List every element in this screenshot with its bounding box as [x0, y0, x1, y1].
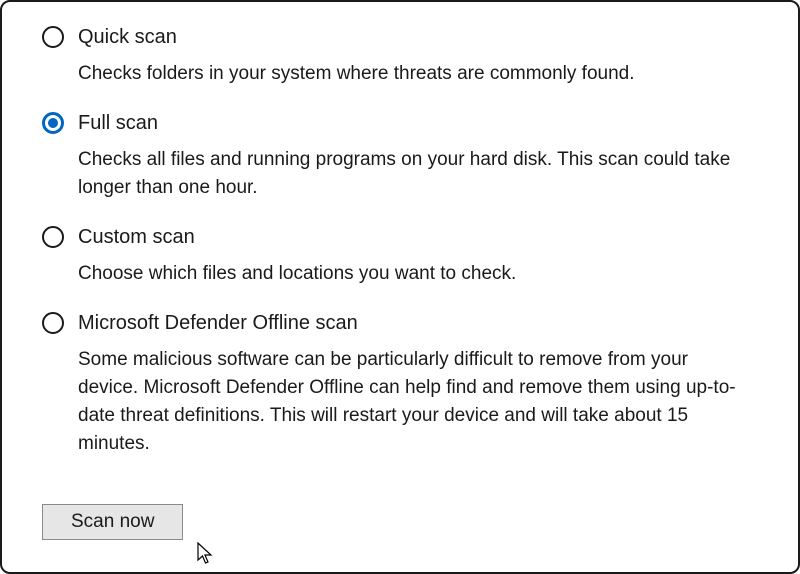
scan-now-button[interactable]: Scan now [42, 504, 183, 540]
radio-offline-icon[interactable] [42, 312, 64, 334]
radio-quick-icon[interactable] [42, 26, 64, 48]
scan-option-description: Some malicious software can be particula… [78, 346, 748, 458]
scan-option-quick[interactable]: Quick scan [42, 24, 758, 50]
scan-option-custom[interactable]: Custom scan [42, 224, 758, 250]
scan-option-label: Quick scan [78, 24, 177, 50]
mouse-cursor-icon [197, 542, 215, 566]
scan-option-full[interactable]: Full scan [42, 110, 758, 136]
scan-option-label: Full scan [78, 110, 158, 136]
scan-option-offline[interactable]: Microsoft Defender Offline scan [42, 310, 758, 336]
scan-option-description: Checks all files and running programs on… [78, 146, 748, 202]
radio-full-icon[interactable] [42, 112, 64, 134]
scan-option-label: Custom scan [78, 224, 195, 250]
scan-option-description: Choose which files and locations you wan… [78, 260, 748, 288]
radio-custom-icon[interactable] [42, 226, 64, 248]
scan-option-label: Microsoft Defender Offline scan [78, 310, 358, 336]
scan-option-description: Checks folders in your system where thre… [78, 60, 748, 88]
scan-options-panel: Quick scan Checks folders in your system… [0, 0, 800, 574]
